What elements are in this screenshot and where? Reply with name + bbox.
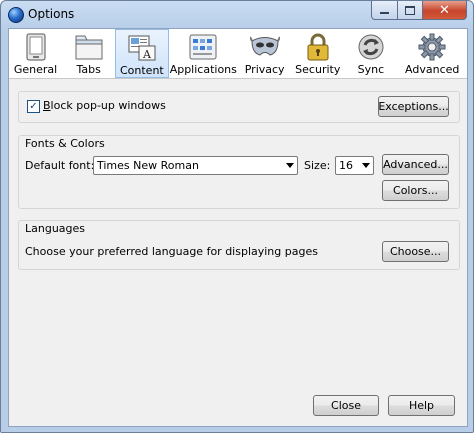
tab-security[interactable]: Security [291,29,344,78]
maximize-icon [405,5,415,15]
font-size-select[interactable]: 16 [335,156,374,175]
gear-icon [416,32,448,62]
chevron-down-icon [286,163,294,168]
tab-content[interactable]: A Content [115,29,169,78]
options-window: Options ✕ General Tabs A Content Applica… [0,0,474,433]
font-size-label: Size: [304,159,331,172]
languages-description: Choose your preferred language for displ… [25,245,318,258]
default-font-value: Times New Roman [97,159,199,172]
privacy-mask-icon [249,32,281,62]
tab-general[interactable]: General [9,29,62,78]
colors-button-label: Colors... [393,184,438,197]
tab-applications[interactable]: Applications [169,29,239,78]
close-button[interactable]: Close [313,395,379,416]
tab-advanced-label: Advanced [405,63,460,76]
block-popups-label-text: lock pop-up windows [50,99,166,112]
exceptions-button-label: Exceptions... [378,100,449,113]
tabs-icon [73,32,105,62]
minimize-icon [380,12,389,14]
title-bar[interactable]: Options ✕ [1,1,473,28]
general-icon [20,32,52,62]
fonts-advanced-button[interactable]: Advanced... [382,154,449,175]
font-size-value: 16 [339,159,353,172]
tab-sync-label: Sync [357,63,385,76]
choose-languages-button[interactable]: Choose... [382,241,449,262]
caption-buttons: ✕ [371,1,467,20]
block-popups-label: Block pop-up windows [43,99,166,112]
tab-security-label: Security [295,63,341,76]
exceptions-button[interactable]: Exceptions... [378,96,449,117]
chevron-down-icon [362,163,370,168]
content-icon: A [126,33,158,63]
languages-group: Languages Choose your preferred language… [18,220,460,270]
tab-sync[interactable]: Sync [344,29,397,78]
svg-text:A: A [142,48,152,61]
popup-group: ✓ Block pop-up windows Exceptions... [18,91,460,123]
default-font-label: Default font: [25,159,95,172]
tab-privacy[interactable]: Privacy [238,29,291,78]
tab-tabs[interactable]: Tabs [62,29,115,78]
options-client-area: General Tabs A Content Applications Priv… [8,28,468,427]
preferences-toolbar: General Tabs A Content Applications Priv… [9,29,467,79]
default-font-select[interactable]: Times New Roman [93,156,298,175]
fonts-colors-group: Fonts & Colors Default font: Times New R… [18,135,460,209]
help-button[interactable]: Help [388,395,455,416]
tab-content-label: Content [119,64,164,77]
tab-applications-label: Applications [169,63,237,76]
close-window-button[interactable]: ✕ [423,1,467,20]
maximize-button[interactable] [398,1,423,20]
firefox-app-icon [8,7,24,23]
close-icon: ✕ [439,2,450,18]
choose-languages-button-label: Choose... [389,245,442,258]
close-button-label: Close [331,399,361,412]
languages-heading: Languages [25,222,86,235]
tab-general-label: General [13,63,58,76]
fonts-advanced-button-label: Advanced... [383,158,448,171]
tab-tabs-label: Tabs [76,63,101,76]
block-popups-checkbox[interactable]: ✓ [27,100,40,113]
help-button-label: Help [408,399,435,412]
applications-icon [187,32,219,62]
lock-icon [302,32,334,62]
window-title: Options [28,7,75,21]
colors-button[interactable]: Colors... [382,180,449,201]
minimize-button[interactable] [371,1,398,20]
fonts-colors-heading: Fonts & Colors [25,137,105,150]
tab-privacy-label: Privacy [244,63,285,76]
sync-icon [355,32,387,62]
tab-advanced[interactable]: Advanced [397,29,467,78]
